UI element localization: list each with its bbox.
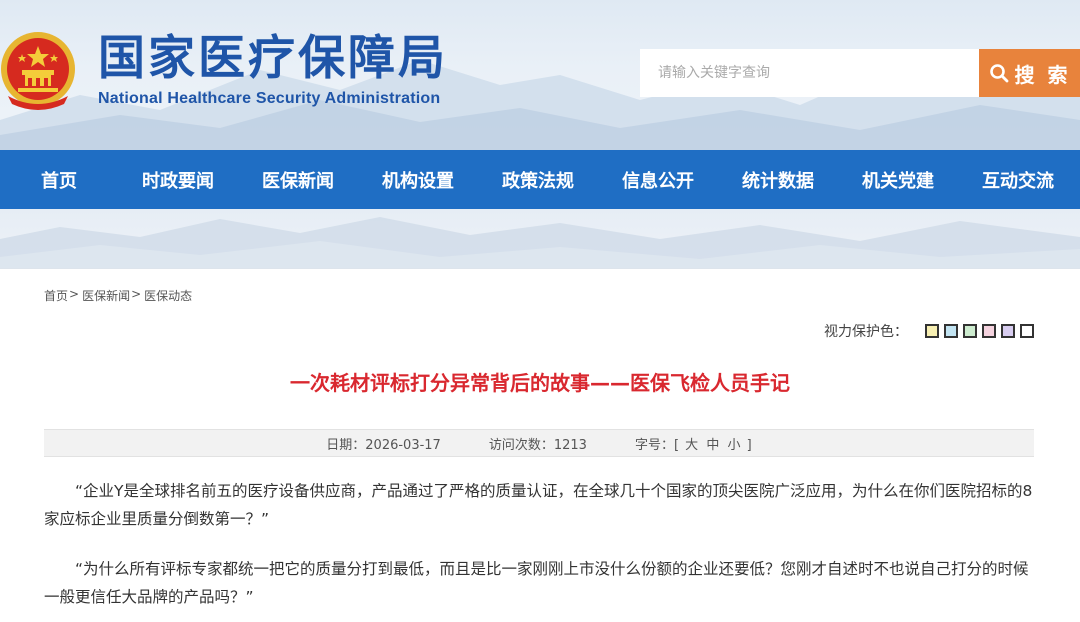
site-subtitle: National Healthcare Security Administrat…	[98, 90, 441, 107]
article-paragraph: “为什么所有评标专家都统一把它的质量分打到最低，而且是比一家刚刚上市没什么份额的…	[44, 560, 1029, 606]
article-meta-bar: 日期：2026-03-17 访问次数：1213 字号：[ 大 中 小 ]	[44, 429, 1034, 457]
search-button-label: 搜 索	[1014, 62, 1071, 87]
banner-background	[0, 209, 1080, 269]
breadcrumb-healthcare-updates[interactable]: 医保动态	[144, 287, 192, 304]
eye-care-swatch-green[interactable]	[963, 324, 977, 338]
nav-item-disclosure[interactable]: 信息公开	[598, 150, 718, 209]
nav-item-policy[interactable]: 政策法规	[478, 150, 598, 209]
eye-care-swatch-purple[interactable]	[1001, 324, 1015, 338]
site-header: 国家医疗保障局 National Healthcare Security Adm…	[0, 0, 1080, 150]
eye-care-color-picker: 视力保护色：	[824, 321, 1034, 341]
banner-mountains	[0, 217, 1080, 268]
visits-label: 访问次数：	[488, 437, 554, 453]
article-title: 一次耗材评标打分异常背后的故事——医保飞检人员手记	[290, 371, 790, 395]
eye-care-swatch-blue[interactable]	[944, 324, 958, 338]
font-size-large[interactable]: 大	[685, 438, 698, 453]
nav-item-healthcare-news[interactable]: 医保新闻	[238, 150, 358, 209]
breadcrumb-home[interactable]: 首页	[44, 287, 68, 304]
nav-item-organization[interactable]: 机构设置	[358, 150, 478, 209]
font-size-small[interactable]: 小	[727, 438, 740, 453]
nav-item-news[interactable]: 时政要闻	[118, 150, 238, 209]
font-size-close-bracket: ]	[746, 437, 752, 453]
article-paragraph: “企业Y是全球排名前五的医疗设备供应商，产品通过了严格的质量认证，在全球几十个国…	[44, 482, 1033, 528]
eye-care-swatch-white[interactable]	[1020, 324, 1034, 338]
nav-item-home[interactable]: 首页	[0, 150, 118, 209]
national-emblem-icon	[1, 32, 75, 110]
site-title[interactable]: 国家医疗保障局	[98, 30, 448, 88]
breadcrumb-healthcare-news[interactable]: 医保新闻	[82, 287, 130, 304]
font-size-medium[interactable]: 中	[706, 438, 719, 453]
eye-care-swatch-yellow[interactable]	[925, 324, 939, 338]
search-input[interactable]	[640, 49, 980, 97]
nav-item-party[interactable]: 机关党建	[838, 150, 958, 209]
breadcrumb-separator: >	[131, 287, 142, 301]
font-size-control: 字号：[ 大 中 小 ]	[635, 434, 752, 453]
nav-item-interaction[interactable]: 互动交流	[958, 150, 1078, 209]
date-value: 2026-03-17	[365, 437, 441, 453]
nav-item-statistics[interactable]: 统计数据	[718, 150, 838, 209]
breadcrumb: 首页 > 医保新闻 > 医保动态	[44, 287, 192, 304]
visits-value: 1213	[553, 437, 587, 453]
eye-care-swatch-pink[interactable]	[982, 324, 996, 338]
breadcrumb-separator: >	[69, 287, 80, 301]
article-date: 日期：2026-03-17	[326, 434, 441, 453]
main-nav: 首页 时政要闻 医保新闻 机构设置 政策法规 信息公开 统计数据 机关党建 互动…	[0, 150, 1080, 209]
search-button[interactable]: 搜 索	[979, 49, 1080, 97]
eye-care-label: 视力保护色：	[824, 324, 908, 340]
date-label: 日期：	[326, 437, 366, 453]
search-icon	[989, 64, 1008, 83]
article-content: 首页 > 医保新闻 > 医保动态 视力保护色： 一次耗材评标打分异常背后的故事——医…	[0, 269, 1080, 622]
article-visits: 访问次数：1213	[489, 434, 587, 453]
font-size-label: 字号：[	[634, 437, 680, 453]
